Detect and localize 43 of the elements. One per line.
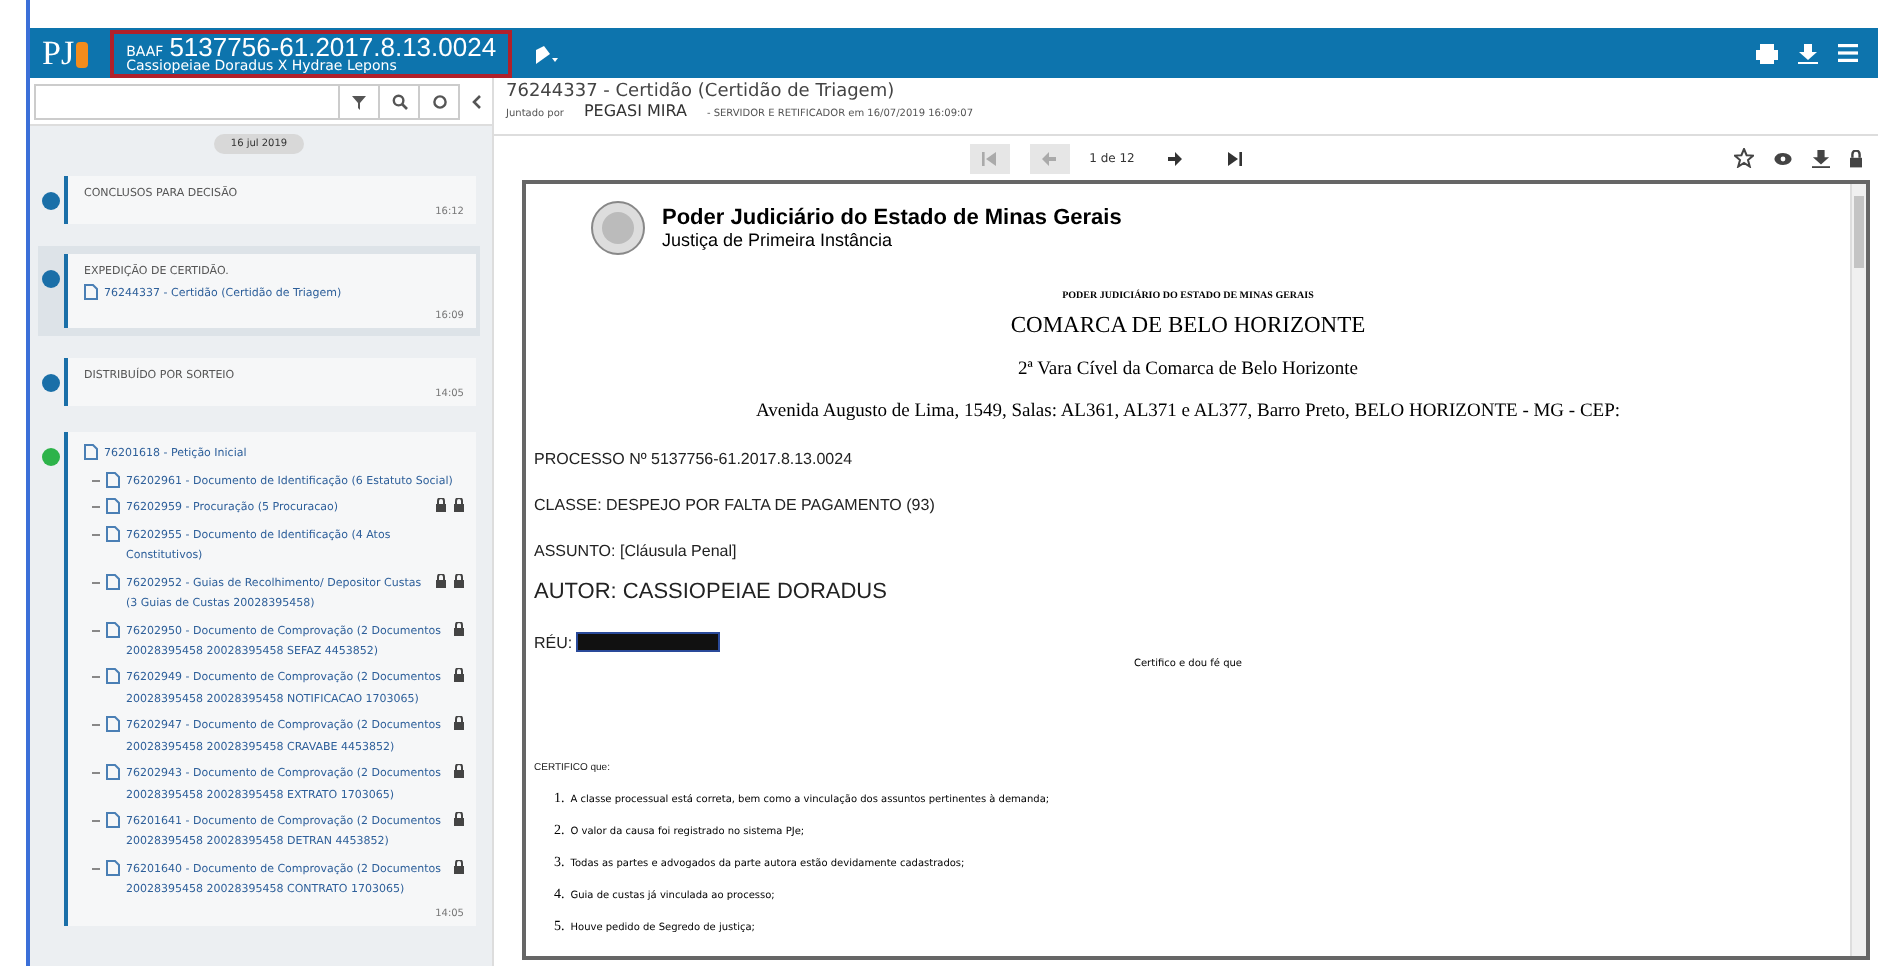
document-icon <box>106 668 120 685</box>
lock-icon[interactable] <box>1850 149 1862 167</box>
filter-button[interactable] <box>340 84 380 120</box>
last-page-icon <box>1226 151 1243 165</box>
plaintiff-name: AUTOR: CASSIOPEIAE DORADUS <box>534 580 889 604</box>
logo-mark-icon <box>74 37 91 69</box>
process-number: PROCESSO Nº 5137756-61.2017.8.13.0024 <box>534 450 855 468</box>
menu-icon[interactable] <box>1838 44 1858 62</box>
case-number: 5137756-61.2017.8.13.0024 <box>169 33 497 59</box>
document-icon <box>106 621 120 637</box>
logo-text: PJ <box>42 33 75 73</box>
vara-heading: 2ª Vara Cível da Comarca de Belo Horizonte <box>1018 360 1358 380</box>
search-field[interactable] <box>34 84 340 120</box>
court-instance: Justiça de Primeira Instância <box>662 230 895 250</box>
document-icon <box>106 812 120 828</box>
timeline-event[interactable] <box>38 428 480 930</box>
eye-icon[interactable] <box>1774 151 1792 165</box>
arrow-right-icon <box>1167 151 1182 165</box>
search-button[interactable] <box>380 84 420 120</box>
case-class-text: CLASSE: DESPEJO POR FALTA DE PAGAMENTO (93) <box>534 496 937 514</box>
court-address: Avenida Augusto de Lima, 1549, Salas: AL361, AL371 e AL377, Barro Preto, BELO HORIZONTE - MG - CEP: <box>755 402 1621 422</box>
download-icon[interactable] <box>1798 43 1818 63</box>
refresh-button[interactable] <box>420 84 460 120</box>
document-title: 76244337 - Certidão (Certidão de Triagem) <box>506 82 897 102</box>
added-by-name: PEGASI MIRA <box>583 102 687 120</box>
defendant-label: RÉU: <box>534 633 573 651</box>
comarca-heading: COMARCA DE BELO HORIZONTE <box>1010 314 1366 338</box>
document-icon <box>106 859 120 876</box>
chevron-left-icon <box>471 94 481 110</box>
filter-icon <box>352 95 366 109</box>
court-name: Poder Judiciário do Estado de Minas Gerais <box>662 206 1122 230</box>
document-icon <box>84 284 98 300</box>
document-icon <box>106 573 120 590</box>
case-subject: ASSUNTO: [Cláusula Penal] <box>534 542 739 560</box>
document-icon <box>106 716 120 733</box>
document-icon <box>106 764 120 781</box>
print-icon[interactable] <box>1756 43 1778 63</box>
arrow-left-icon <box>1042 151 1057 165</box>
download-icon[interactable] <box>1812 149 1830 167</box>
search-icon <box>391 94 407 110</box>
first-page-icon <box>981 151 998 165</box>
star-icon[interactable] <box>1734 148 1754 168</box>
scrollbar[interactable] <box>1850 184 1866 956</box>
